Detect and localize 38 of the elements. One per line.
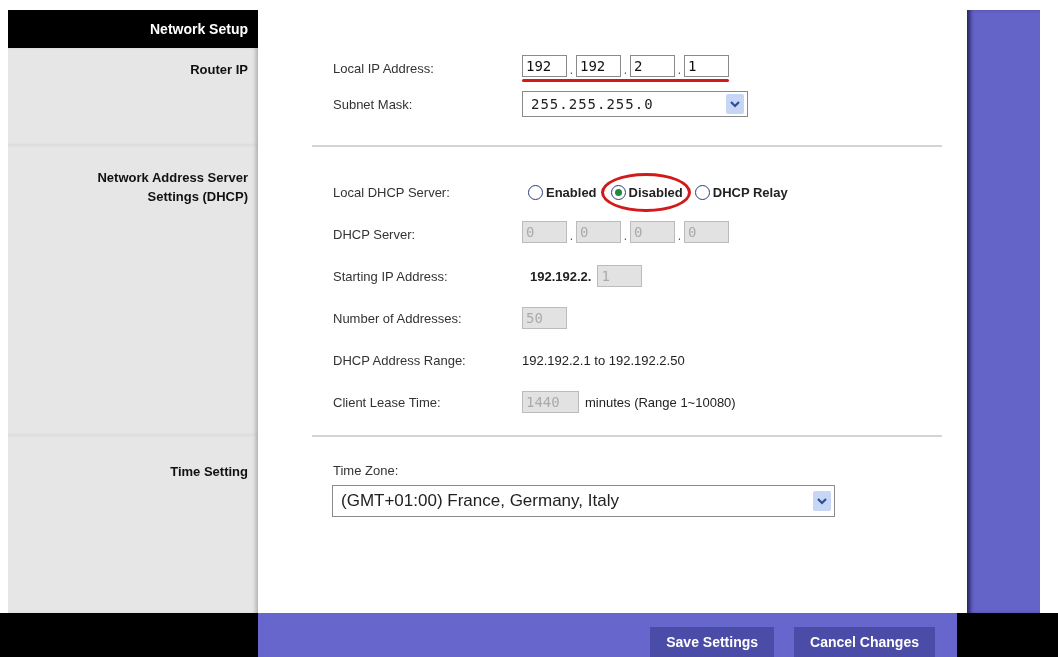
- section-heading: Router IP: [189, 61, 248, 79]
- octet-input[interactable]: 1: [684, 54, 729, 77]
- octet-separator: .: [623, 62, 628, 77]
- section-heading: Time Setting: [169, 463, 248, 481]
- unit-text: minutes (Range 1~10080): [585, 394, 736, 410]
- field-label: Time Zone:: [333, 462, 400, 478]
- octet-input[interactable]: 192: [522, 54, 567, 77]
- radio-icon: [528, 184, 543, 200]
- field-label: Local DHCP Server:: [333, 184, 451, 200]
- radio-icon: [694, 184, 710, 200]
- timezone-select[interactable]: (GMT+01:00) France, Germany, Italy: [332, 485, 835, 517]
- octet-separator: .: [677, 62, 682, 77]
- field-label: Local IP Address:: [333, 60, 435, 76]
- section-heading: Network Address Server Settings (DHCP): [96, 169, 248, 206]
- octet-separator: .: [569, 62, 574, 77]
- field-label: Subnet Mask:: [333, 96, 414, 112]
- action-button[interactable]: Save Settings: [650, 627, 775, 657]
- octet-input[interactable]: 192: [576, 54, 621, 77]
- field-label: Client Lease Time:: [333, 394, 442, 410]
- radio-option[interactable]: DHCP Relay: [694, 184, 788, 200]
- field-label: Number of Addresses:: [333, 310, 463, 326]
- radio-option[interactable]: Enabled: [528, 184, 597, 200]
- octet-input[interactable]: 2: [630, 54, 675, 77]
- subnet-select[interactable]: 255.255.255.0: [522, 91, 748, 117]
- field-label: DHCP Server:: [333, 226, 417, 242]
- radio-option[interactable]: Disabled: [600, 172, 691, 212]
- chevron-down-icon: [813, 491, 831, 511]
- range-text: 192.192.2.1 to 192.192.2.50: [522, 352, 685, 368]
- field-label: DHCP Address Range:: [333, 352, 467, 368]
- sidebar-title: Network Setup: [8, 10, 258, 48]
- octet-separator: .: [569, 228, 574, 243]
- address-prefix: 192.192.2.: [530, 268, 592, 284]
- action-button[interactable]: Cancel Changes: [794, 627, 935, 657]
- field-label: Starting IP Address:: [333, 268, 449, 284]
- radio-icon: [610, 184, 626, 200]
- octet-separator: .: [623, 228, 628, 243]
- chevron-down-icon: [726, 94, 744, 114]
- octet-separator: .: [677, 228, 682, 243]
